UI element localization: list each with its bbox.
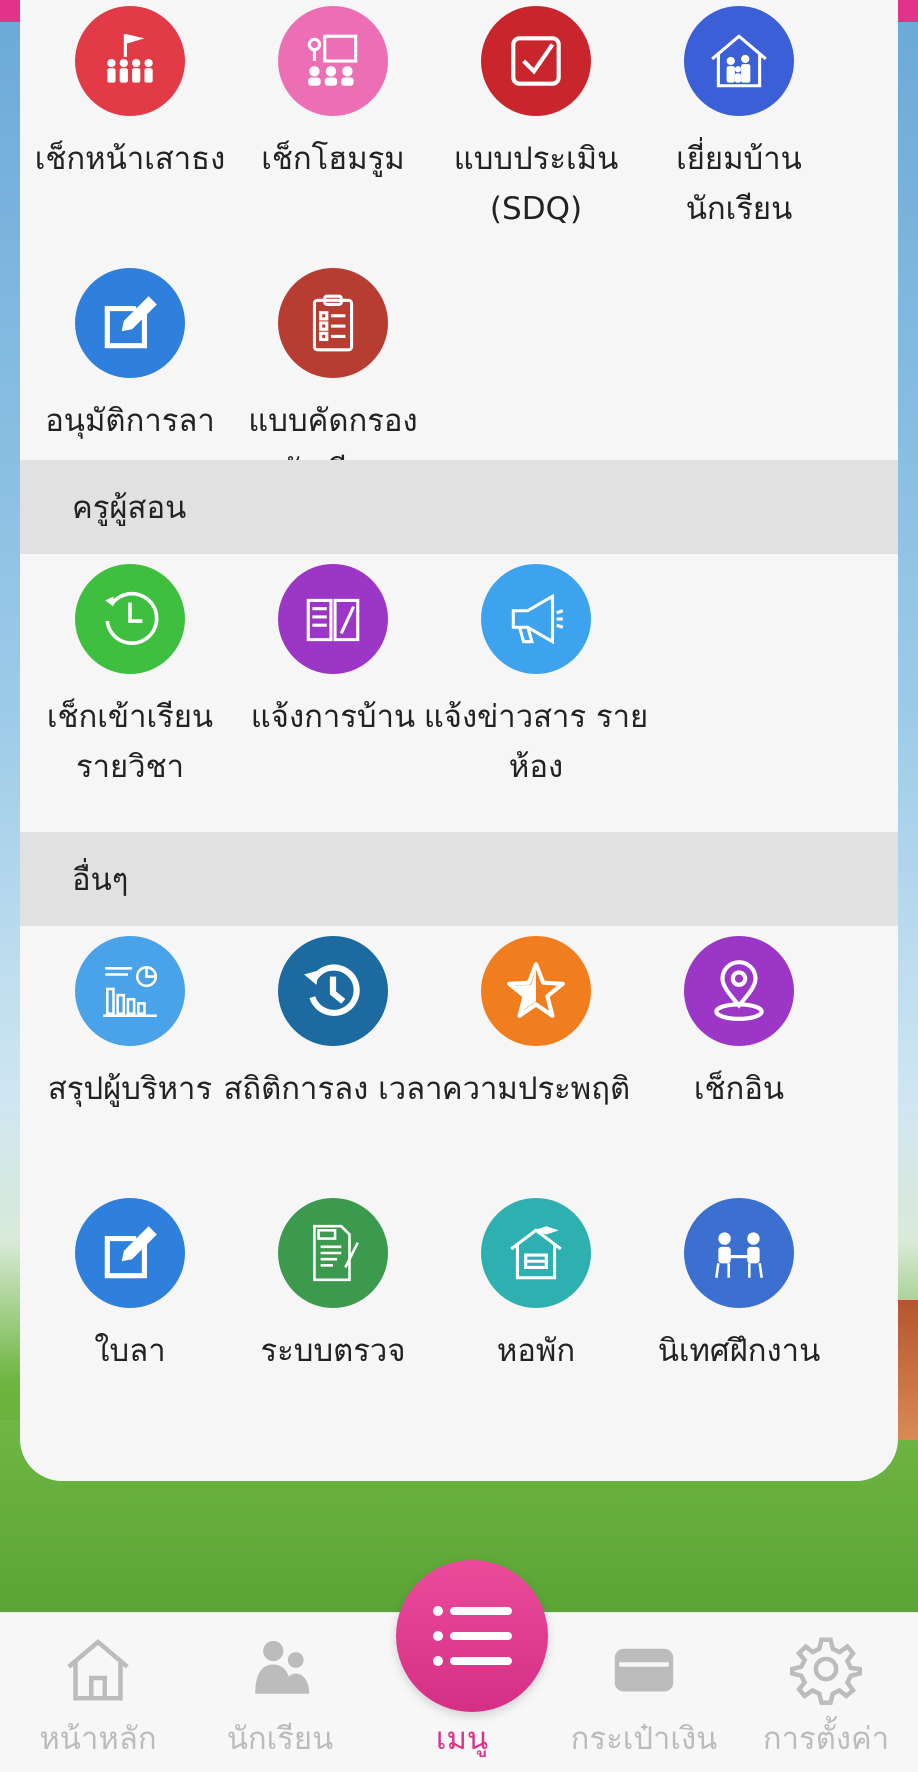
- menu-item-exec-summary[interactable]: สรุปผู้บริหาร: [20, 936, 223, 1198]
- menu-item-room-news[interactable]: แจ้งข่าวสาร รายห้อง: [424, 564, 648, 826]
- status-accent-right: [896, 0, 918, 22]
- menu-fab-button[interactable]: [396, 1560, 548, 1712]
- clock-icon: [75, 564, 185, 674]
- menu-item-label: แจ้งข่าวสาร รายห้อง: [423, 699, 649, 785]
- flag-ceremony-icon: [75, 6, 185, 116]
- menu-item-behavior[interactable]: ความประพฤติ: [426, 936, 630, 1198]
- dormitory-icon: [481, 1198, 591, 1308]
- menu-item-sdq[interactable]: แบบประเมิน (SDQ): [426, 6, 629, 268]
- status-accent-left: [0, 0, 22, 22]
- home-icon: [67, 1639, 129, 1701]
- tab-students[interactable]: นักเรียน: [190, 1613, 370, 1772]
- menu-item-homeroom[interactable]: เช็กโฮมรูม: [223, 6, 426, 268]
- menu-item-checkin[interactable]: เช็กอิน: [629, 936, 832, 1198]
- menu-item-dormitory[interactable]: หอพัก: [426, 1198, 629, 1460]
- menu-item-label: เช็กอิน: [693, 1071, 785, 1107]
- menu-item-label: เยี่ยมบ้าน นักเรียน: [676, 141, 802, 227]
- checkbox-icon: [481, 6, 591, 116]
- tab-label: หน้าหลัก: [39, 1721, 157, 1757]
- tab-label: การตั้งค่า: [762, 1721, 890, 1757]
- menu-list-icon: [433, 1606, 512, 1666]
- family-home-icon: [684, 6, 794, 116]
- star-icon: [481, 936, 591, 1046]
- tab-label: นักเรียน: [226, 1721, 334, 1757]
- menu-item-leave-form[interactable]: ใบลา: [20, 1198, 223, 1460]
- book-icon: [278, 564, 388, 674]
- menu-item-home-visit[interactable]: เยี่ยมบ้าน นักเรียน: [629, 6, 832, 268]
- gear-icon: [790, 1637, 862, 1705]
- section-header-other: อื่นๆ: [20, 832, 898, 926]
- admin-grid: เช็กหน้าเสาธง เช็กโฮมรูม แบบประเมิน (SDQ…: [20, 6, 898, 530]
- tab-settings[interactable]: การตั้งค่า: [736, 1613, 916, 1772]
- menu-item-internship[interactable]: นิเทศฝึกงาน: [629, 1198, 832, 1460]
- clipboard-icon: [278, 268, 388, 378]
- menu-item-label: นิเทศฝึกงาน: [657, 1333, 821, 1369]
- history-icon: [278, 936, 388, 1046]
- teacher-grid: เช็กเข้าเรียน รายวิชา แจ้งการบ้าน แจ้งข่…: [20, 564, 898, 826]
- location-pin-icon: [684, 936, 794, 1046]
- tab-label: กระเป๋าเงิน: [570, 1721, 718, 1757]
- edit-icon: [75, 268, 185, 378]
- meeting-icon: [684, 1198, 794, 1308]
- menu-item-time-stats[interactable]: สถิติการลง เวลา: [223, 936, 443, 1198]
- menu-item-exam-system[interactable]: ระบบตรวจ: [223, 1198, 426, 1460]
- menu-item-flag-check[interactable]: เช็กหน้าเสาธง: [20, 6, 225, 268]
- menu-item-homework[interactable]: แจ้งการบ้าน: [223, 564, 426, 826]
- report-chart-icon: [75, 936, 185, 1046]
- tab-wallet[interactable]: กระเป๋าเงิน: [554, 1613, 734, 1772]
- exam-icon: [278, 1198, 388, 1308]
- tab-home[interactable]: หน้าหลัก: [8, 1613, 188, 1772]
- menu-item-class-check[interactable]: เช็กเข้าเรียน รายวิชา: [20, 564, 223, 826]
- tab-label: เมนู: [435, 1721, 489, 1757]
- megaphone-icon: [481, 564, 591, 674]
- wallet-icon: [614, 1648, 674, 1692]
- homeroom-icon: [278, 6, 388, 116]
- menu-panel: เช็กหน้าเสาธง เช็กโฮมรูม แบบประเมิน (SDQ…: [20, 0, 898, 1481]
- students-icon: [255, 1640, 310, 1694]
- other-grid: สรุปผู้บริหาร สถิติการลง เวลา ความประพฤต…: [20, 936, 898, 1460]
- edit-icon: [75, 1198, 185, 1308]
- section-header-teacher: ครูผู้สอน: [20, 460, 898, 554]
